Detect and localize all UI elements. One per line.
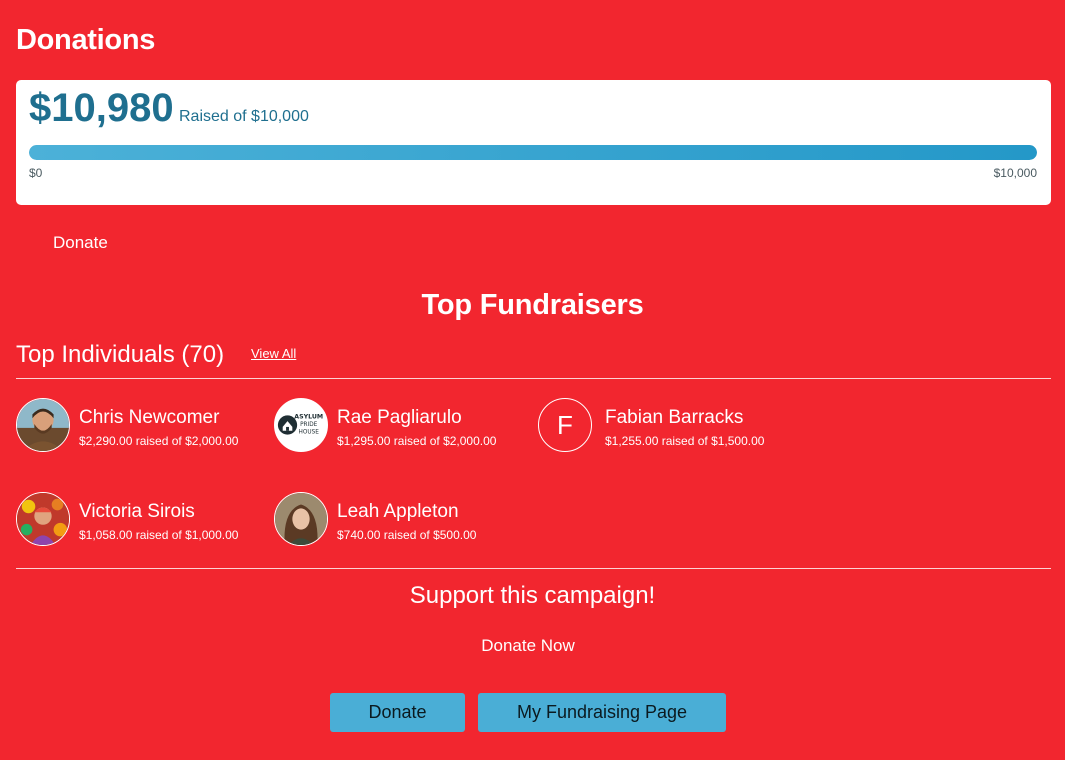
raised-amount: $10,980	[29, 86, 174, 130]
fundraiser-name: Chris Newcomer	[79, 407, 220, 428]
avatar-initial: F	[538, 398, 592, 452]
fundraiser-raised: $2,290.00 raised of $2,000.00	[79, 434, 239, 448]
view-all-link[interactable]: View All	[251, 346, 296, 361]
raised-goal-text: Raised of $10,000	[179, 108, 309, 125]
person-photo-icon	[17, 399, 69, 451]
avatar: ASYLUM PRIDE HOUSE	[274, 398, 328, 452]
progress-bar-fill	[29, 145, 1037, 160]
progress-max-label: $10,000	[993, 166, 1037, 180]
person-photo-icon	[17, 493, 69, 545]
fundraiser-raised: $1,255.00 raised of $1,500.00	[605, 434, 765, 448]
divider	[16, 568, 1051, 569]
avatar	[274, 492, 328, 546]
avatar	[16, 398, 70, 452]
progress-min-label: $0	[29, 166, 43, 180]
fundraiser-name: Fabian Barracks	[605, 407, 744, 428]
fundraiser-item-victoria-sirois[interactable]: Victoria Sirois $1,058.00 raised of $1,0…	[16, 492, 261, 548]
avatar	[16, 492, 70, 546]
divider	[16, 378, 1051, 379]
fundraiser-name: Victoria Sirois	[79, 501, 195, 522]
fundraiser-item-fabian-barracks[interactable]: F Fabian Barracks $1,255.00 raised of $1…	[538, 398, 788, 454]
fundraiser-item-chris-newcomer[interactable]: Chris Newcomer $2,290.00 raised of $2,00…	[16, 398, 261, 454]
my-fundraising-page-button[interactable]: My Fundraising Page	[478, 693, 726, 732]
top-fundraisers-heading: Top Fundraisers	[421, 289, 644, 321]
fundraiser-raised: $740.00 raised of $500.00	[337, 528, 477, 542]
person-photo-icon	[275, 493, 327, 545]
support-heading: Support this campaign!	[409, 582, 656, 609]
fundraiser-name: Leah Appleton	[337, 501, 459, 522]
asylum-pride-house-logo-icon: ASYLUM PRIDE HOUSE	[275, 399, 327, 451]
svg-text:HOUSE: HOUSE	[299, 430, 320, 436]
fundraiser-name: Rae Pagliarulo	[337, 407, 462, 428]
donate-link[interactable]: Donate	[53, 233, 108, 253]
fundraiser-raised: $1,058.00 raised of $1,000.00	[79, 528, 239, 542]
fundraiser-item-rae-pagliarulo[interactable]: ASYLUM PRIDE HOUSE Rae Pagliarulo $1,295…	[274, 398, 519, 454]
fundraiser-item-leah-appleton[interactable]: Leah Appleton $740.00 raised of $500.00	[274, 492, 519, 548]
fundraiser-raised: $1,295.00 raised of $2,000.00	[337, 434, 497, 448]
progress-card: $10,980 Raised of $10,000 $0 $10,000	[16, 80, 1051, 205]
top-individuals-heading: Top Individuals (70)	[16, 341, 225, 368]
progress-bar	[29, 145, 1037, 160]
svg-text:ASYLUM: ASYLUM	[294, 413, 323, 420]
svg-text:PRIDE: PRIDE	[300, 422, 318, 428]
donate-now-link[interactable]: Donate Now	[0, 636, 1056, 656]
page-title: Donations	[16, 24, 156, 56]
donate-button[interactable]: Donate	[330, 693, 465, 732]
